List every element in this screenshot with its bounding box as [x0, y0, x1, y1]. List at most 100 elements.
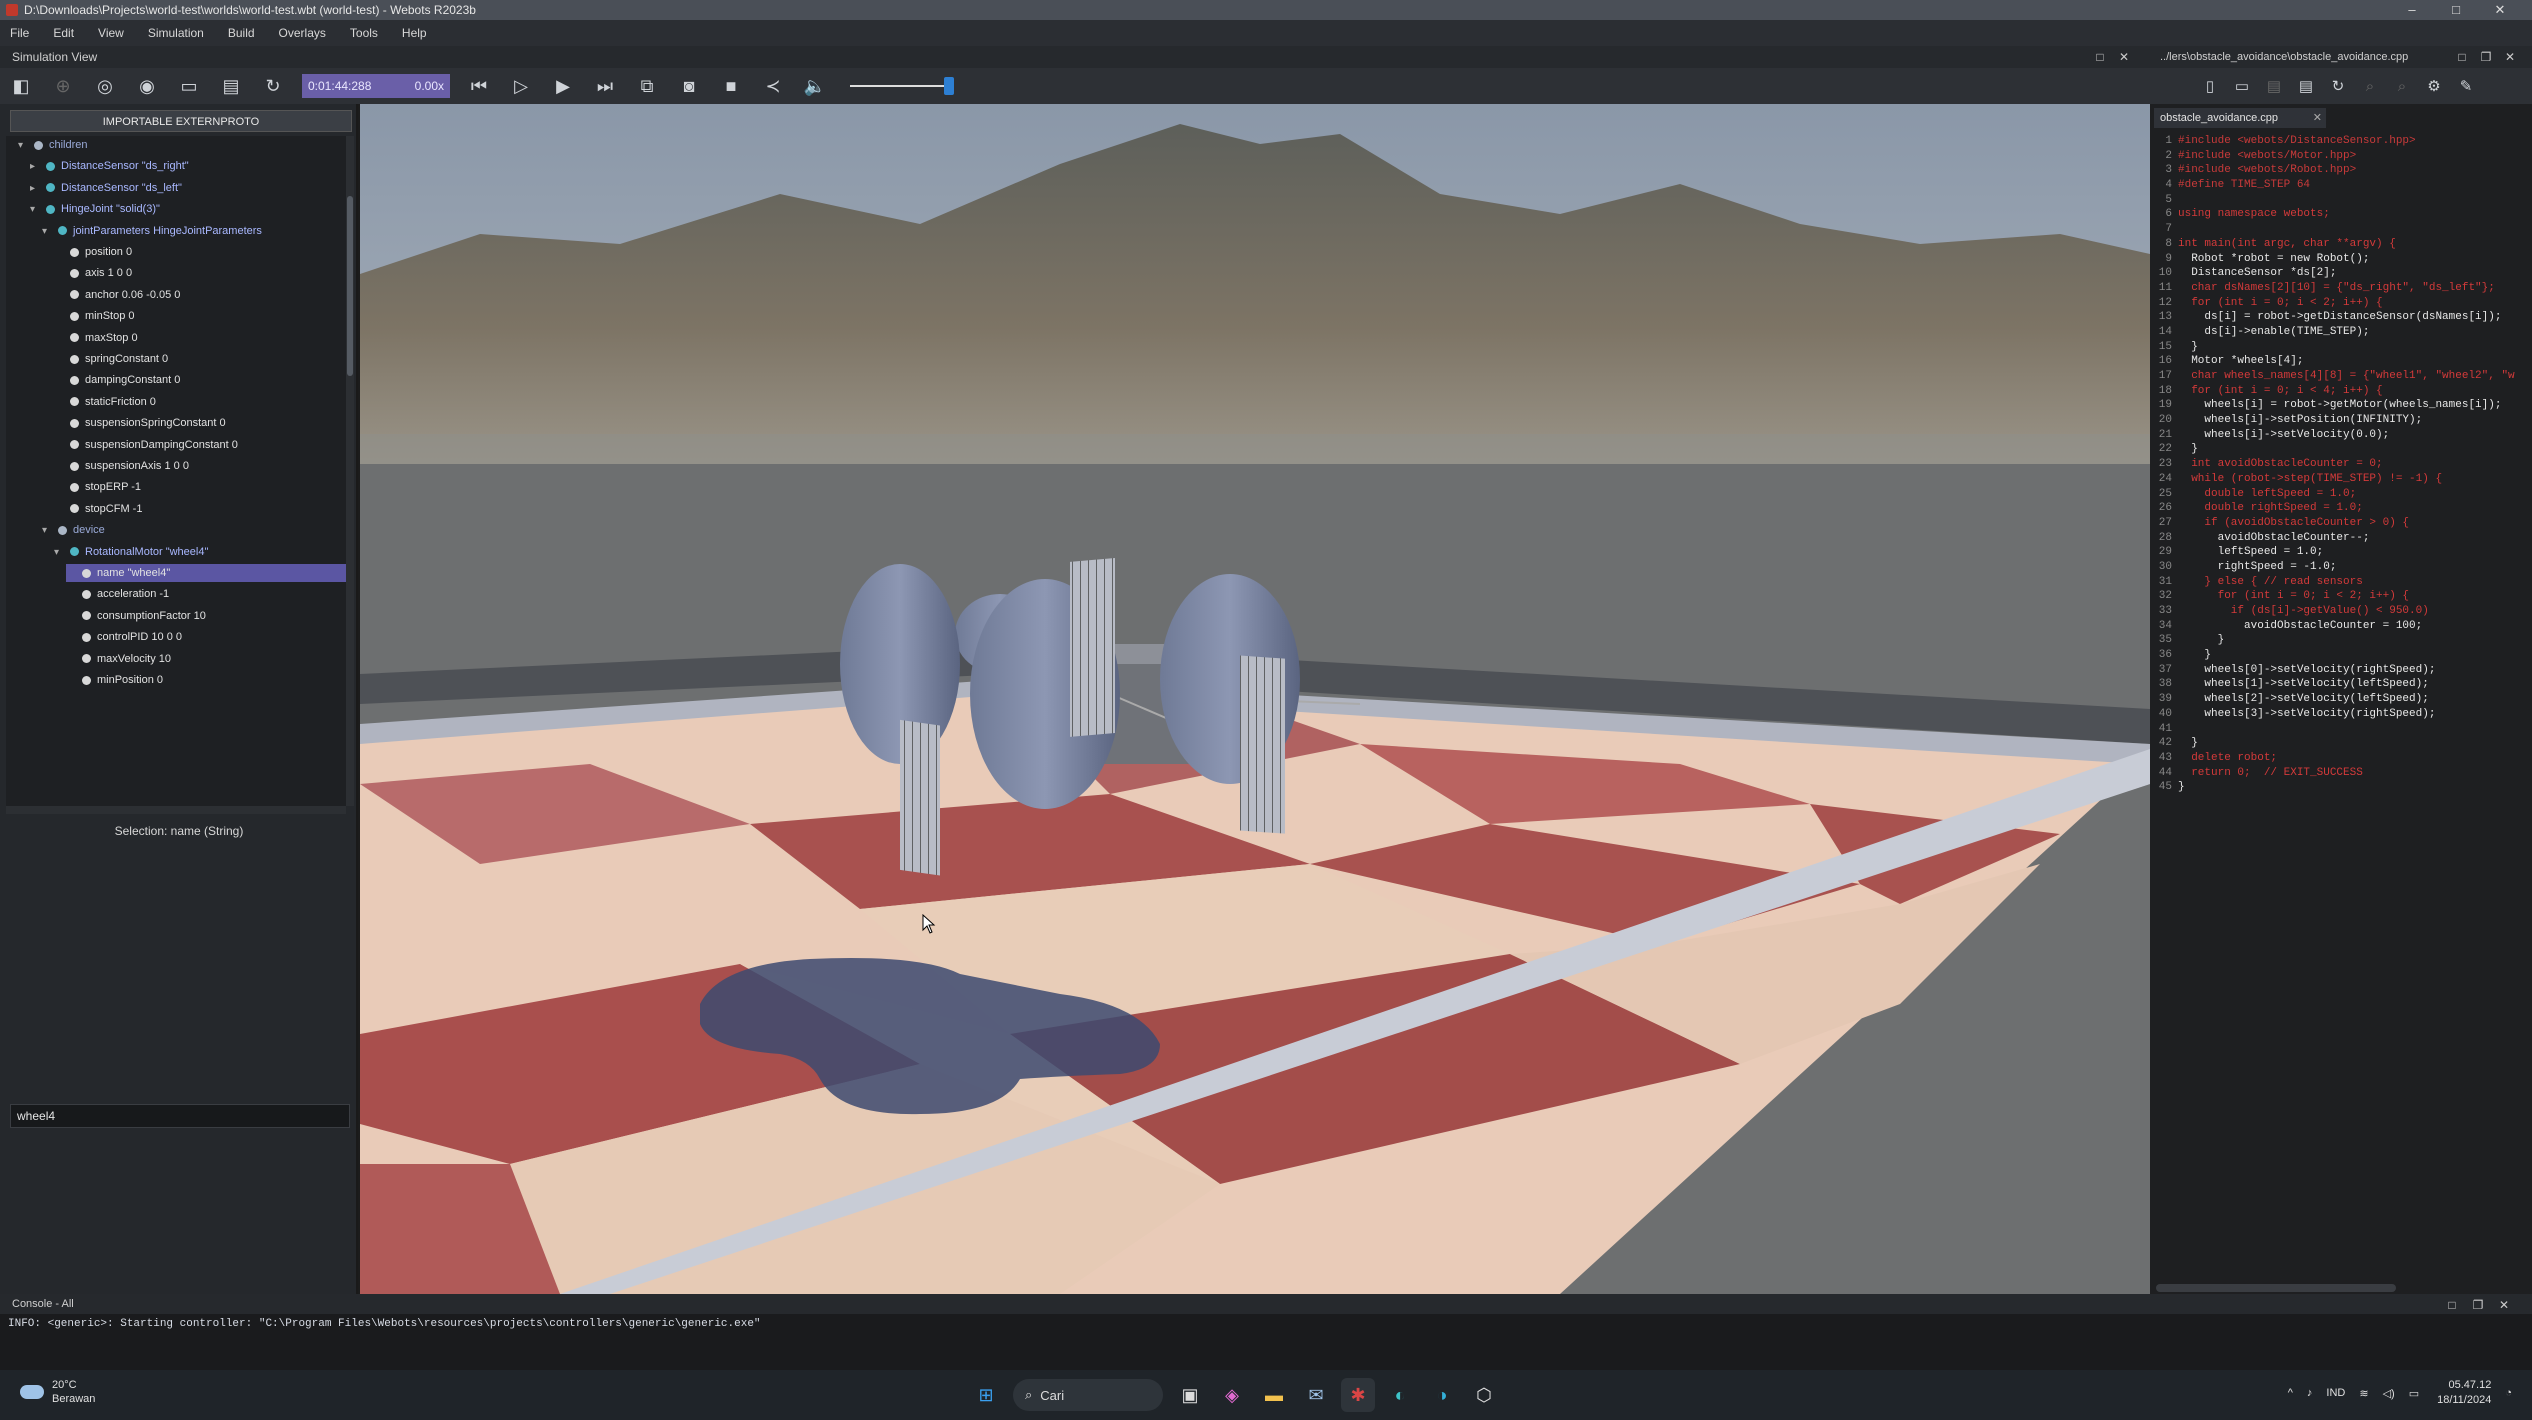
- tree-node[interactable]: maxVelocity 10: [66, 650, 346, 668]
- code-close-icon[interactable]: ✕: [2500, 46, 2520, 68]
- close-icon[interactable]: ✕: [2480, 0, 2520, 20]
- notification-bell-icon[interactable]: ◔: [2505, 1387, 2512, 1399]
- tree-node[interactable]: ▾ device: [42, 521, 346, 539]
- tree-node[interactable]: dampingConstant 0: [54, 371, 346, 389]
- language-indicator[interactable]: IND: [2326, 1387, 2345, 1399]
- open-file-icon[interactable]: ▭: [2229, 71, 2255, 101]
- tree-node[interactable]: ▾ children: [18, 136, 346, 154]
- menu-simulation[interactable]: Simulation: [148, 26, 204, 40]
- copilot-icon[interactable]: ◈: [1215, 1378, 1249, 1412]
- save-as-icon[interactable]: ▤: [2293, 71, 2319, 101]
- tray-chevron-icon[interactable]: ^: [2288, 1387, 2293, 1399]
- save-file-icon[interactable]: ▤: [2261, 71, 2287, 101]
- menu-overlays[interactable]: Overlays: [279, 26, 326, 40]
- menu-build[interactable]: Build: [228, 26, 255, 40]
- find-icon[interactable]: ⌕: [2357, 71, 2383, 101]
- volume-slider[interactable]: [850, 74, 954, 98]
- expand-arrow-icon[interactable]: ▾: [42, 522, 58, 540]
- open-world-icon[interactable]: ▭: [174, 71, 204, 101]
- tree-node[interactable]: anchor 0.06 -0.05 0: [54, 286, 346, 304]
- expand-arrow-icon[interactable]: ▸: [30, 158, 46, 176]
- wifi-icon[interactable]: ≋: [2359, 1387, 2368, 1400]
- volume-slider-knob[interactable]: [944, 77, 954, 95]
- tree-node[interactable]: axis 1 0 0: [54, 264, 346, 282]
- reset-simulation-icon[interactable]: ⏮: [464, 71, 494, 101]
- float-icon[interactable]: □: [2090, 46, 2110, 68]
- field-value-input[interactable]: wheel4: [10, 1104, 350, 1128]
- scene-tree-hscrollbar[interactable]: [6, 806, 346, 814]
- tree-node[interactable]: ▸ DistanceSensor "ds_left": [30, 179, 346, 197]
- importable-externproto-button[interactable]: IMPORTABLE EXTERNPROTO: [10, 110, 352, 132]
- scene-tree[interactable]: ▾ children ▸ DistanceSensor "ds_right" ▸ Dist…: [6, 136, 346, 806]
- battery-icon[interactable]: ▭: [2409, 1387, 2419, 1400]
- view-icon[interactable]: ◎: [90, 71, 120, 101]
- fast-forward-icon[interactable]: ⏭: [590, 71, 620, 101]
- speaker-icon[interactable]: ◁): [2383, 1387, 2395, 1400]
- build-icon[interactable]: ⚙: [2421, 71, 2447, 101]
- tree-node[interactable]: stopERP -1: [54, 478, 346, 496]
- minimize-icon[interactable]: –: [2392, 0, 2432, 20]
- menu-view[interactable]: View: [98, 26, 124, 40]
- tree-node[interactable]: ▾ HingeJoint "solid(3)": [30, 200, 346, 218]
- volume-icon[interactable]: 🔈: [800, 71, 830, 101]
- panel-close-icon[interactable]: ✕: [2114, 46, 2134, 68]
- tree-node[interactable]: acceleration -1: [66, 585, 346, 603]
- menu-tools[interactable]: Tools: [350, 26, 378, 40]
- mail-icon[interactable]: ✉: [1299, 1378, 1333, 1412]
- tree-node[interactable]: suspensionAxis 1 0 0: [54, 457, 346, 475]
- webots-app-icon[interactable]: ✱: [1341, 1378, 1375, 1412]
- clock[interactable]: 05.47.12 18/11/2024: [2437, 1378, 2491, 1408]
- file-explorer-icon[interactable]: ▬: [1257, 1378, 1291, 1412]
- revert-icon[interactable]: ↻: [2325, 71, 2351, 101]
- reload-icon[interactable]: ↻: [258, 71, 288, 101]
- tree-node[interactable]: suspensionDampingConstant 0: [54, 436, 346, 454]
- maximize-icon[interactable]: □: [2436, 0, 2476, 20]
- expand-arrow-icon[interactable]: ▸: [30, 180, 46, 198]
- code-float-icon[interactable]: □: [2452, 46, 2472, 68]
- tree-node[interactable]: stopCFM -1: [54, 500, 346, 518]
- menu-help[interactable]: Help: [402, 26, 427, 40]
- replace-icon[interactable]: ⌕: [2389, 71, 2415, 101]
- weather-widget[interactable]: 20°C Berawan: [20, 1378, 95, 1406]
- scene-tree-scrollbar[interactable]: [346, 136, 354, 806]
- step-icon[interactable]: ▷: [506, 71, 536, 101]
- 3d-scene[interactable]: [360, 104, 2150, 1294]
- console-output[interactable]: INFO: <generic>: Starting controller: "C…: [0, 1314, 2532, 1370]
- eye-icon[interactable]: ◉: [132, 71, 162, 101]
- code-text-area[interactable]: 1 #include <webots/DistanceSensor.hpp> 2 #i…: [2150, 134, 2532, 795]
- microphone-icon[interactable]: ♪: [2307, 1387, 2313, 1399]
- 3d-viewport[interactable]: [360, 104, 2150, 1294]
- expand-arrow-icon[interactable]: ▾: [18, 137, 34, 155]
- edge-icon[interactable]: ◐: [1383, 1378, 1417, 1412]
- expand-arrow-icon[interactable]: ▾: [30, 201, 46, 219]
- tree-node[interactable]: name "wheel4": [66, 564, 346, 582]
- console-close-icon[interactable]: ✕: [2494, 1294, 2514, 1316]
- tree-node[interactable]: springConstant 0: [54, 350, 346, 368]
- edge-dev-icon[interactable]: ◑: [1425, 1378, 1459, 1412]
- tree-node[interactable]: staticFriction 0: [54, 393, 346, 411]
- tree-node[interactable]: position 0: [54, 243, 346, 261]
- expand-arrow-icon[interactable]: ▾: [42, 223, 58, 241]
- tree-node[interactable]: minPosition 0: [66, 671, 346, 689]
- clean-icon[interactable]: ✎: [2453, 71, 2479, 101]
- tab-close-icon[interactable]: ✕: [2313, 108, 2322, 128]
- tree-node[interactable]: maxStop 0: [54, 329, 346, 347]
- unity-icon[interactable]: ⬡: [1467, 1378, 1501, 1412]
- taskbar-search[interactable]: ⌕ Cari: [1013, 1379, 1163, 1411]
- tree-node[interactable]: controlPID 10 0 0: [66, 628, 346, 646]
- toggle-scene-tree-icon[interactable]: ◧: [6, 71, 36, 101]
- console-float-icon[interactable]: □: [2442, 1294, 2462, 1316]
- tree-node[interactable]: ▸ DistanceSensor "ds_right": [30, 157, 346, 175]
- task-view-icon[interactable]: ▣: [1173, 1378, 1207, 1412]
- record-movie-icon[interactable]: ■: [716, 71, 746, 101]
- tree-node[interactable]: minStop 0: [54, 307, 346, 325]
- tree-node[interactable]: consumptionFactor 10: [66, 607, 346, 625]
- tree-node[interactable]: ▾ RotationalMotor "wheel4": [54, 543, 346, 561]
- share-icon[interactable]: ≺: [758, 71, 788, 101]
- menu-edit[interactable]: Edit: [53, 26, 74, 40]
- expand-arrow-icon[interactable]: ▾: [54, 544, 70, 562]
- play-icon[interactable]: ▶: [548, 71, 578, 101]
- rendering-icon[interactable]: ⧉: [632, 71, 662, 101]
- code-maximize-icon[interactable]: ❐: [2476, 46, 2496, 68]
- code-editor[interactable]: obstacle_avoidance.cpp ✕ 1 #include <webo…: [2150, 104, 2532, 1294]
